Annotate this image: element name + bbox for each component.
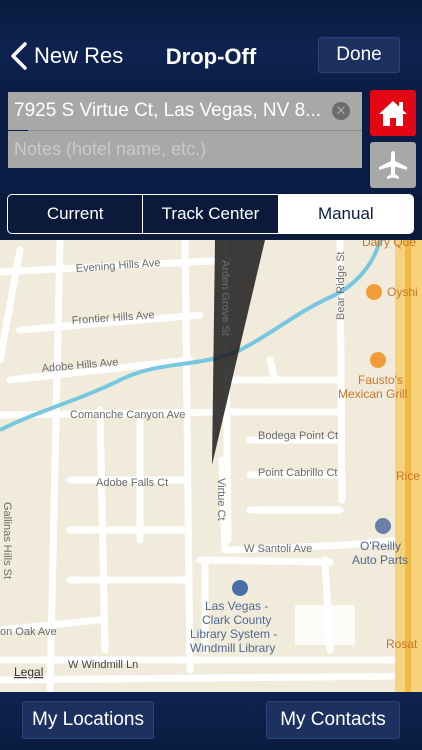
legal-link[interactable]: Legal xyxy=(14,665,43,679)
map-canvas[interactable]: Evening Hills Ave Frontier Hills Ave Ado… xyxy=(0,240,422,692)
library-pin-icon[interactable] xyxy=(232,580,248,596)
shopping-pin-icon[interactable] xyxy=(375,518,391,534)
clear-icon[interactable]: ✕ xyxy=(332,102,350,120)
label-oyshi: Oyshi xyxy=(387,285,418,299)
segment-current[interactable]: Current xyxy=(8,195,144,233)
airplane-icon xyxy=(379,151,407,179)
highway-center xyxy=(405,240,411,692)
label-evening-hills: Evening Hills Ave xyxy=(75,257,160,275)
label-oak: on Oak Ave xyxy=(0,626,57,638)
home-icon xyxy=(379,101,407,126)
label-oreilly-2: Auto Parts xyxy=(352,553,408,567)
label-santoli: W Santoli Ave xyxy=(244,543,312,555)
label-rice: Rice xyxy=(396,469,420,483)
label-bear-ridge: Bear Ridge St xyxy=(335,252,347,320)
label-library-1: Las Vegas - xyxy=(205,599,268,613)
home-button[interactable] xyxy=(370,90,416,136)
location-mode-selector: Current Track Center Manual xyxy=(7,194,414,234)
label-faustos-2: Mexican Grill xyxy=(338,387,407,401)
restaurant-pin-icon[interactable] xyxy=(366,284,382,300)
done-button[interactable]: Done xyxy=(318,37,400,73)
label-oreilly: O'Reilly xyxy=(360,539,401,553)
label-cabrillo: Point Cabrillo Ct xyxy=(258,467,337,479)
map-view[interactable]: Evening Hills Ave Frontier Hills Ave Ado… xyxy=(0,240,422,692)
notes-input[interactable]: Notes (hotel name, etc.) xyxy=(8,131,362,168)
label-rosat: Rosat xyxy=(386,637,418,651)
label-windmill: W Windmill Ln xyxy=(68,659,138,671)
address-value: 7925 S Virtue Ct, Las Vegas, NV 8... xyxy=(14,100,321,121)
segment-track-center[interactable]: Track Center xyxy=(143,195,279,233)
notes-placeholder: Notes (hotel name, etc.) xyxy=(14,139,207,159)
parking-lot xyxy=(295,605,355,645)
label-arden: Arden Grove St xyxy=(219,260,231,336)
label-library-3: Library System - xyxy=(190,627,277,641)
my-contacts-button[interactable]: My Contacts xyxy=(266,701,400,739)
airport-button[interactable] xyxy=(370,142,416,188)
label-library-2: Clark County xyxy=(202,613,271,627)
label-bodega: Bodega Point Ct xyxy=(258,430,338,442)
address-input[interactable]: 7925 S Virtue Ct, Las Vegas, NV 8... ✕ xyxy=(8,92,362,130)
label-dairy: Dairy Que xyxy=(362,240,416,249)
segment-manual[interactable]: Manual xyxy=(278,195,413,233)
my-locations-button[interactable]: My Locations xyxy=(22,701,154,739)
restaurant-pin-icon[interactable] xyxy=(370,352,386,368)
label-adobe-falls: Adobe Falls Ct xyxy=(96,477,168,489)
label-faustos: Fausto's xyxy=(358,373,403,387)
label-library-4: Windmill Library xyxy=(190,641,275,655)
label-hills-st: Gallinas Hills St xyxy=(1,502,13,579)
label-virtue: Virtue Ct xyxy=(215,478,227,521)
label-comanche: Comanche Canyon Ave xyxy=(70,409,185,421)
